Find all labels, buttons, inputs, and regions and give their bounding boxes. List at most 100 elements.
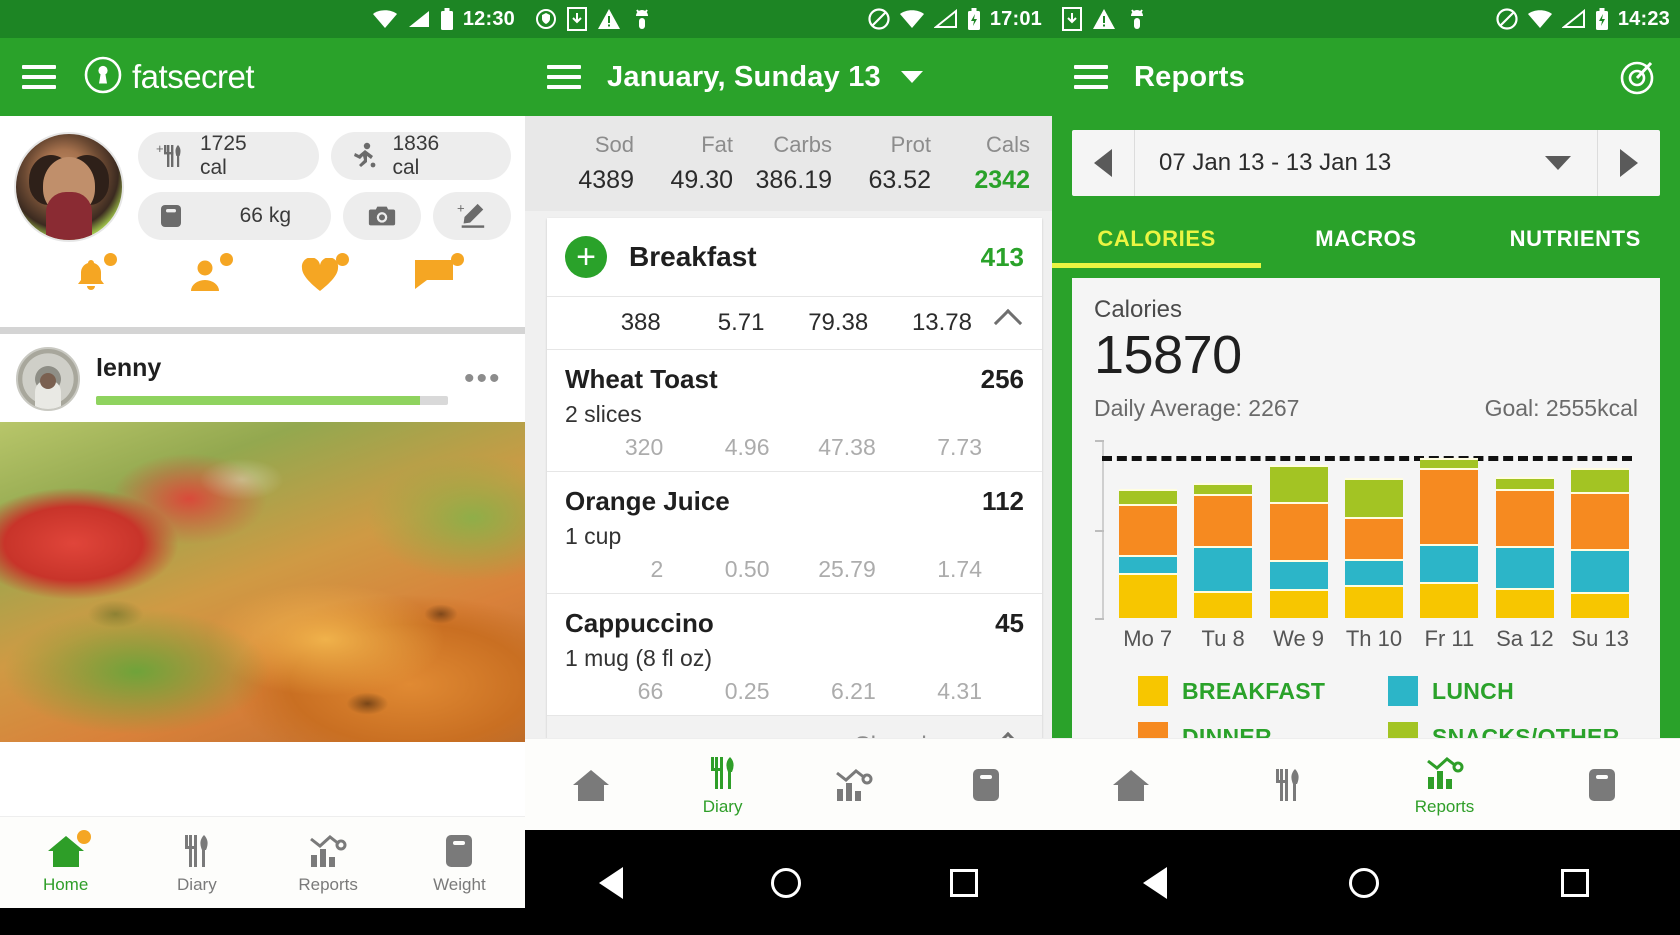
bottom-nav-diary-item[interactable]: Diary [131,831,262,895]
chart-x-label: Fr 11 [1424,626,1475,652]
meal-card-breakfast: + Breakfast 413 388 5.71 79.38 13.78 Whe… [547,218,1042,776]
friends-button[interactable] [148,253,262,299]
home-body: + 1725 cal 1836 cal 66 kg + lenny ••• Ho… [0,116,525,935]
caret-down-icon[interactable] [1545,156,1571,170]
bottom-nav-diary-item[interactable] [1209,765,1366,805]
target-goal-icon[interactable] [1618,57,1658,97]
messages-button[interactable] [377,253,491,299]
report-total-calories: 15870 [1094,325,1242,385]
phone-panel-reports: 14:23 Reports 07 Jan 13 - 13 Jan 13 CALO… [1052,0,1680,935]
date-range-selector[interactable]: 07 Jan 13 - 13 Jan 13 [1072,130,1660,196]
bottom-nav-home-item[interactable]: Home [0,829,131,895]
feed-item[interactable]: lenny ••• [0,334,525,422]
feed-progress-bar [96,395,448,405]
chart-segment-breakfast [1571,591,1630,619]
android-home-button[interactable] [771,867,802,898]
date-range-prev-button[interactable] [1072,149,1134,177]
app-bar-diary: January, Sunday 13 [525,38,1052,116]
chart-bar-column [1412,440,1487,619]
tab-calories[interactable]: CALORIES [1052,212,1262,268]
android-navbar-2 [525,830,1052,935]
chart-x-label: Tu 8 [1201,626,1245,652]
food-name: Wheat Toast [565,364,718,394]
chart-bar-column [1185,440,1260,619]
bottom-nav-diary-item[interactable]: Diary [657,753,789,817]
android-home-button[interactable] [1349,867,1379,898]
android-recents-button[interactable] [949,868,978,897]
food-calories-pill[interactable]: + 1725 cal [138,132,319,180]
date-range-next-button[interactable] [1598,149,1660,177]
diary-date-title[interactable]: January, Sunday 13 [607,61,881,94]
android-recents-button[interactable] [1561,868,1589,897]
chart-bar [1194,482,1253,619]
bottom-nav-reports-item[interactable]: Reports [263,831,394,895]
food-name: Orange Juice [565,486,730,516]
bottom-nav-reports-item[interactable]: Reports [1366,753,1523,817]
caret-down-icon[interactable] [900,71,923,83]
page-title: Reports [1134,60,1245,93]
bottom-nav-weight-item[interactable] [1523,765,1680,805]
signal-icon [407,9,431,29]
chart-icon [833,765,875,805]
app-bar-reports: Reports [1052,38,1680,116]
bottom-nav-reports-item[interactable] [789,765,921,805]
exercise-calories-pill[interactable]: 1836 cal [330,132,511,180]
camera-button[interactable] [343,192,421,240]
android-back-button[interactable] [1143,866,1167,899]
meal-macros-row[interactable]: 388 5.71 79.38 13.78 [547,296,1042,349]
overflow-dots-icon[interactable]: ••• [464,364,514,394]
food-row[interactable]: Orange Juice 112 1 cup 2 0.50 25.79 1.74 [547,471,1042,593]
likes-button[interactable] [263,253,377,299]
status-bar-3: 14:23 [1052,0,1680,38]
plus-circle-icon[interactable]: + [565,236,607,278]
nutrient-header-fat: Fat [701,132,733,157]
food-serving: 2 slices [565,401,642,427]
chart-segment-breakfast [1194,591,1253,619]
feed-food-photo[interactable] [0,422,525,742]
bottom-nav-weight-item[interactable]: Weight [394,831,525,895]
tab-nutrients[interactable]: NUTRIENTS [1471,212,1680,268]
chevron-up-icon[interactable] [993,308,1023,338]
notification-badge [104,253,118,266]
fatsecret-keyhole-icon [84,56,122,99]
bottom-nav-home-item[interactable] [525,765,657,805]
avatar[interactable] [14,132,124,242]
food-row[interactable]: Cappuccino 45 1 mug (8 fl oz) 66 0.25 6.… [547,593,1042,715]
food-macro-sod: 2 [650,556,664,582]
profile-block: + 1725 cal 1836 cal 66 kg + [0,116,525,327]
goal-label: Goal: 2555kcal [1484,395,1638,422]
food-row[interactable]: Wheat Toast 256 2 slices 320 4.96 47.38 … [547,349,1042,471]
chart-tick [1095,440,1104,443]
notifications-button[interactable] [34,253,148,299]
android-back-button[interactable] [599,866,624,899]
chart-x-labels: Mo 7 Tu 8 We 9 Th 10 Fr 11 Sa 12 Su 13 [1110,626,1638,652]
tab-macros[interactable]: MACROS [1261,212,1470,268]
hamburger-icon[interactable] [1074,65,1108,89]
bottom-nav-reports-label: Reports [298,874,358,894]
food-serving: 1 mug (8 fl oz) [565,645,712,671]
bottom-nav-home-item[interactable] [1052,765,1209,805]
chart-segment-dinner [1420,467,1479,544]
chart-bar-column [1336,440,1411,619]
date-range-wrap: 07 Jan 13 - 13 Jan 13 [1052,116,1680,196]
food-calories: 45 [995,608,1024,638]
chart-segment-snacks-other [1344,478,1403,517]
chart-bar [1269,464,1328,619]
feed-avatar [16,347,80,411]
hamburger-icon[interactable] [22,65,56,89]
bottom-nav-weight-item[interactable] [920,765,1052,805]
hamburger-icon[interactable] [547,65,581,89]
chart-bar-column [1563,440,1638,619]
app-bar-home: fatsecret [0,38,525,116]
signal-icon [933,9,958,29]
bottom-nav-home: Home Diary Reports Weight [0,816,525,908]
nutrient-value-cals: 2342 [974,166,1030,194]
edit-button[interactable]: + [433,192,511,240]
status-time: 14:23 [1617,7,1670,30]
home-icon [1110,765,1152,805]
weight-pill[interactable]: 66 kg [138,192,331,240]
svg-text:+: + [156,141,164,156]
friends-badge [220,253,234,266]
bottom-nav-weight-label: Weight [433,874,486,894]
nutrient-header-prot: Prot [890,132,931,157]
